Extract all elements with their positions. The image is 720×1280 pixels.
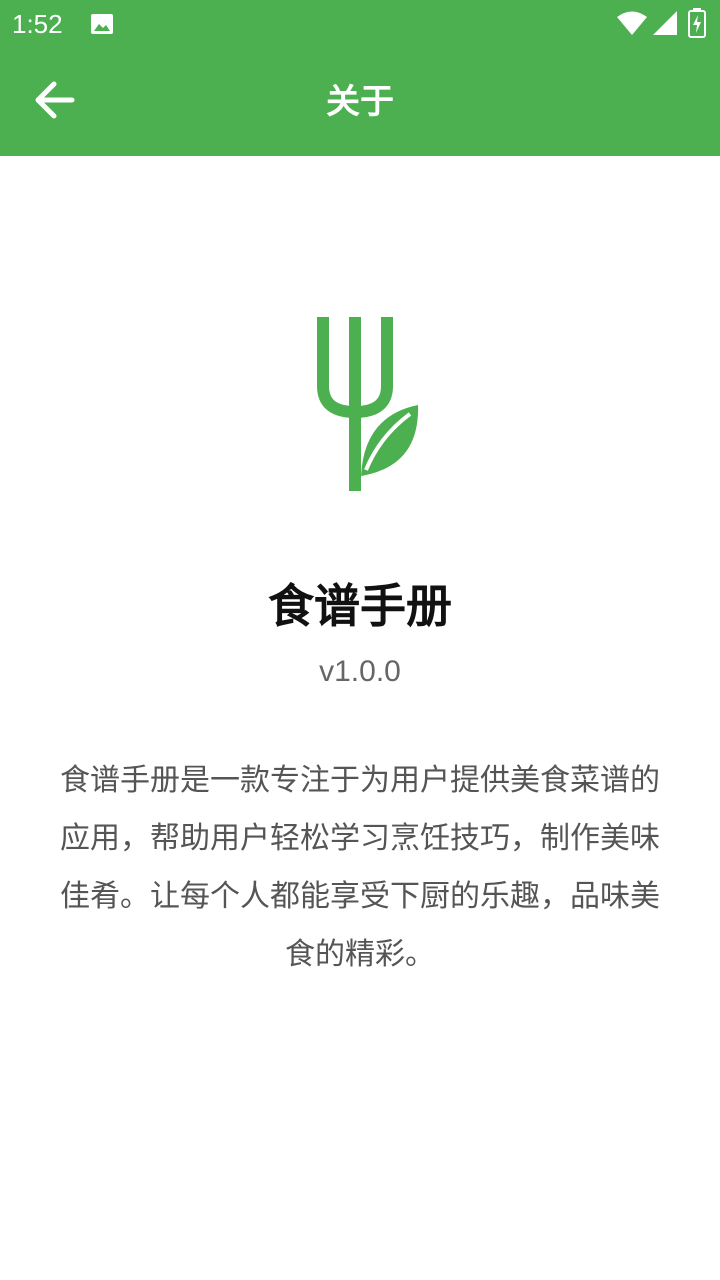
status-time: 1:52	[12, 9, 63, 39]
app-name: 食谱手册	[268, 579, 452, 633]
image-icon	[90, 12, 114, 40]
fork-leaf-icon	[310, 316, 420, 496]
battery-charging-icon	[688, 8, 706, 42]
app-bar: 关于	[0, 48, 720, 156]
app-version: v1.0.0	[319, 655, 401, 688]
page-title: 关于	[326, 82, 394, 122]
signal-icon	[652, 10, 678, 40]
wifi-icon	[616, 10, 648, 40]
status-bar: 1:52	[0, 0, 720, 48]
about-content: 食谱手册 v1.0.0 食谱手册是一款专注于为用户提供美食菜谱的应用，帮助用户轻…	[0, 156, 720, 1280]
app-description: 食谱手册是一款专注于为用户提供美食菜谱的应用，帮助用户轻松学习烹饪技巧，制作美味…	[60, 763, 660, 972]
